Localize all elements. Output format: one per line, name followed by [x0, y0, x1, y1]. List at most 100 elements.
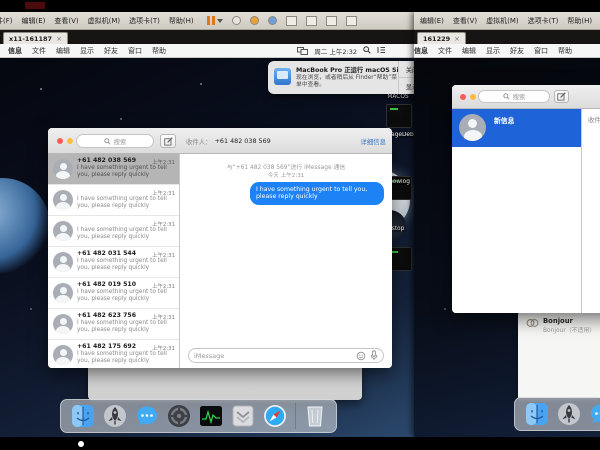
menubar-item-view[interactable]: 显示 [486, 46, 500, 56]
macos-menubar-right: 信息 文件 编辑 显示 好友 窗口 帮助 [414, 44, 600, 58]
menubar-item-help[interactable]: 帮助 [152, 46, 166, 56]
minimize-window-icon[interactable] [67, 138, 73, 144]
avatar [459, 114, 486, 141]
compose-button[interactable] [554, 90, 569, 103]
sent-message-bubble: I have something urgent to tell you, ple… [250, 182, 384, 205]
displays-icon[interactable] [297, 47, 308, 55]
messages-titlebar[interactable]: 搜索 收件人： +61 482 038 569 详细信息 [48, 128, 392, 154]
messages-icon[interactable] [135, 404, 159, 428]
vmware-menu-vm[interactable]: 虚拟机(M) [88, 16, 121, 26]
snapshot-icon[interactable] [250, 16, 259, 25]
vmware-menu-tabs[interactable]: 选项卡(T) [528, 16, 559, 26]
menubar-item-file[interactable]: 文件 [438, 46, 452, 56]
conversation-row[interactable]: 上午2:31 I have something urgent to tell y… [48, 185, 179, 216]
minimize-window-icon[interactable] [470, 94, 476, 100]
vmware-menu-file[interactable]: 文件(F) [0, 16, 13, 26]
vmware-menu-help[interactable]: 帮助(H) [169, 16, 194, 26]
conversation-row[interactable]: +61 482 175 692 上午2:31 I have something … [48, 340, 179, 368]
avatar [53, 345, 73, 365]
details-button[interactable]: 详细信息 [360, 137, 386, 146]
close-window-icon[interactable] [460, 94, 466, 100]
conversation-row[interactable]: +61 482 019 510 上午2:31 I have something … [48, 278, 179, 309]
search-input[interactable]: 搜索 [478, 90, 550, 103]
finder-icon[interactable] [525, 402, 549, 426]
archive-utility-icon[interactable] [231, 404, 255, 428]
conversation-number: +61 482 031 544 [77, 250, 136, 257]
menubar-item-window[interactable]: 窗口 [534, 46, 548, 56]
emoji-icon[interactable] [356, 351, 366, 361]
menubar-item-messages[interactable]: 信息 [8, 46, 22, 56]
bonjour-window[interactable]: Bonjour Bonjour（不适用） [518, 311, 600, 398]
pause-dropdown-caret[interactable] [217, 19, 223, 23]
messages-icon[interactable] [589, 402, 600, 426]
vm-tab-161229[interactable]: 161229 × [417, 32, 466, 44]
menubar-item-file[interactable]: 文件 [32, 46, 46, 56]
menubar-item-messages[interactable]: 信息 [414, 46, 428, 56]
menubar-item-view[interactable]: 显示 [80, 46, 94, 56]
terminal-icon[interactable] [199, 404, 223, 428]
vmware-menu-view[interactable]: 查看(V) [54, 16, 78, 26]
vmware-menu-vm[interactable]: 虚拟机(M) [486, 16, 519, 26]
search-input[interactable]: 搜索 [76, 134, 154, 148]
to-value[interactable]: +61 482 038 569 [215, 137, 271, 145]
vmware-menu-view[interactable]: 查看(V) [453, 16, 477, 26]
trash-icon[interactable] [304, 404, 326, 428]
safari-icon[interactable] [263, 404, 287, 428]
menubar-item-buddies[interactable]: 好友 [104, 46, 118, 56]
close-window-icon[interactable] [57, 138, 63, 144]
message-input-placeholder: iMessage [194, 352, 356, 360]
desktop-icon-imessagedebug[interactable] [386, 104, 412, 128]
video-cursor-dot [78, 441, 84, 447]
launchpad-icon[interactable] [103, 404, 127, 428]
dock-left [60, 399, 337, 433]
conversation-row[interactable]: 上午2:31 I have something urgent to tell y… [48, 216, 179, 247]
macos-notification: MacBook Pro 正运行 macOS Sierra 现在浏览，或者稍后从 … [268, 61, 420, 94]
vm-tab-x11-161187[interactable]: x11-161187 × [3, 32, 68, 44]
launchpad-icon[interactable] [557, 402, 581, 426]
library-view-icon[interactable] [346, 16, 357, 26]
conversation-row[interactable]: +61 482 031 544 上午2:31 I have something … [48, 247, 179, 278]
vm-tab-close-icon[interactable]: × [56, 35, 62, 43]
wallpaper-planet-earth [0, 178, 50, 273]
spotlight-icon[interactable] [363, 46, 371, 56]
menubar-clock[interactable]: 周二 上午2:32 [314, 46, 357, 56]
vm-pause-button[interactable] [207, 16, 223, 25]
microphone-icon[interactable] [370, 350, 378, 361]
search-placeholder: 搜索 [114, 137, 127, 146]
menubar-item-buddies[interactable]: 好友 [510, 46, 524, 56]
finder-icon[interactable] [71, 404, 95, 428]
menubar-item-help[interactable]: 帮助 [558, 46, 572, 56]
fullscreen-view-icon[interactable] [306, 16, 317, 26]
macos-menubar-left: 信息 文件 编辑 显示 好友 窗口 帮助 周二 上午2:32 [0, 44, 420, 58]
menubar-item-edit[interactable]: 编辑 [462, 46, 476, 56]
system-preferences-icon[interactable] [167, 404, 191, 428]
notification-center-icon[interactable] [377, 46, 386, 56]
vmware-menu-help[interactable]: 帮助(H) [567, 16, 592, 26]
vm-tab-close-icon[interactable]: × [454, 35, 460, 43]
unity-view-icon[interactable] [326, 16, 337, 26]
search-icon [503, 93, 510, 100]
console-view-icon[interactable] [286, 16, 297, 26]
menubar-item-window[interactable]: 窗口 [128, 46, 142, 56]
conversation-row[interactable]: +61 482 623 756 上午2:31 I have something … [48, 309, 179, 340]
messages-titlebar[interactable]: 搜索 [452, 85, 600, 109]
conversation-number: +61 482 175 692 [77, 343, 136, 350]
desktop-icon-macos-label[interactable]: MACOS [372, 94, 420, 100]
snapshot-clock-icon[interactable] [232, 16, 241, 25]
mac-display-icon [274, 68, 291, 85]
network-icon[interactable] [268, 16, 277, 25]
avatar [53, 190, 73, 210]
vmware-menu-tabs[interactable]: 选项卡(T) [129, 16, 160, 26]
vmware-toolbar-right: 编辑(E) 查看(V) 虚拟机(M) 选项卡(T) 帮助(H) [414, 12, 600, 30]
conversation-list: 新信息 [452, 109, 582, 313]
recipient-row: 收件人： +61 482 038 569 详细信息 [186, 128, 386, 154]
avatar [53, 159, 73, 179]
search-icon [104, 138, 111, 145]
conversation-row[interactable]: +61 482 038 569 上午2:31 I have something … [48, 154, 179, 185]
vmware-menu-edit[interactable]: 编辑(E) [420, 16, 444, 26]
menubar-item-edit[interactable]: 编辑 [56, 46, 70, 56]
message-input[interactable]: iMessage [188, 348, 384, 363]
new-message-row[interactable]: 新信息 [452, 109, 581, 147]
compose-button[interactable] [160, 134, 176, 148]
vmware-menu-edit[interactable]: 编辑(E) [22, 16, 46, 26]
